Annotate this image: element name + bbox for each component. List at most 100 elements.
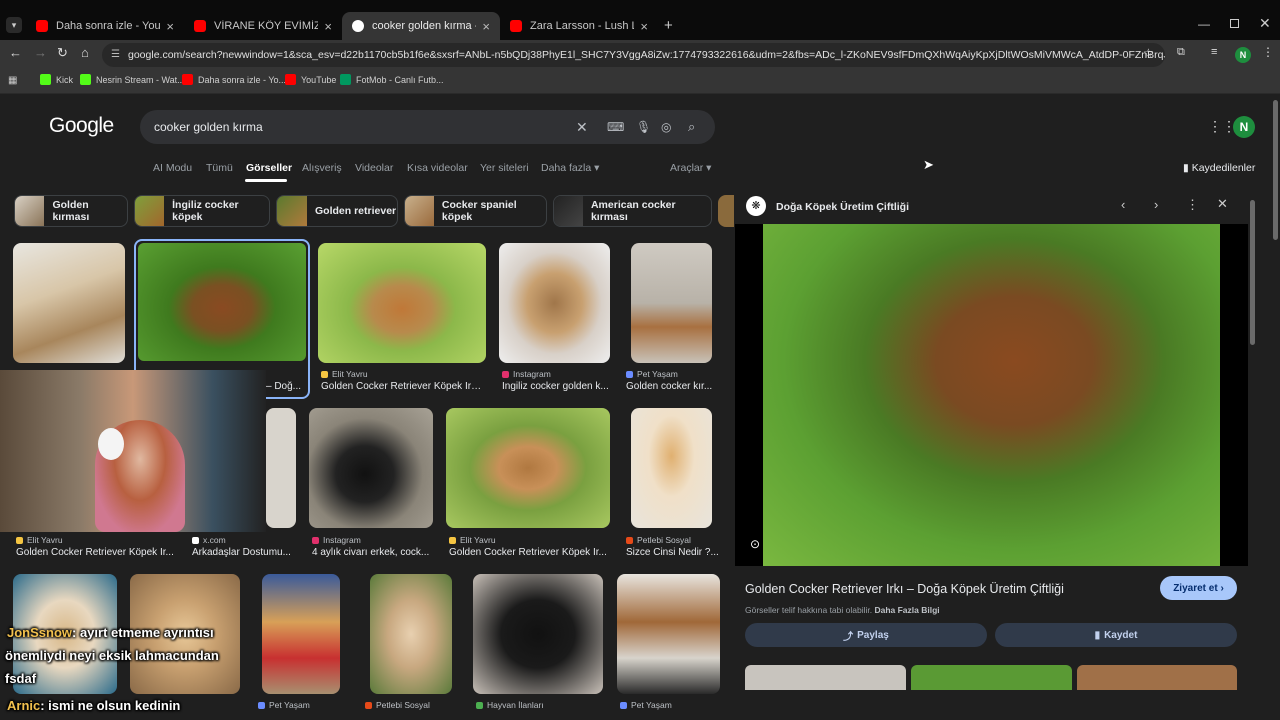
tab-youtube-music[interactable]: Zara Larsson - Lush Life (Offici × (500, 12, 658, 40)
result-source[interactable]: Pet Yaşam (620, 700, 672, 710)
close-tab-icon[interactable]: × (324, 19, 332, 34)
bookmark-star-icon[interactable]: ☆ (1143, 46, 1154, 60)
voice-search-icon[interactable]: 🎙 (636, 110, 651, 144)
result-source[interactable]: Elit Yavru (321, 369, 368, 379)
extensions-icon[interactable]: ⧉ (1177, 46, 1185, 59)
close-tab-icon[interactable]: × (640, 19, 648, 34)
result-caption[interactable]: Golden Cocker Retriever Köpek Irkı... (321, 381, 485, 392)
result-caption[interactable]: Arkadaşlar Dostumu... (192, 547, 296, 558)
result-image[interactable] (318, 243, 486, 363)
result-caption[interactable]: Sizce Cinsi Nedir ?... (626, 547, 721, 558)
keyboard-icon[interactable]: ⌨ (607, 110, 624, 144)
chip-ingiliz-cocker[interactable]: İngiliz cocker köpek (134, 195, 270, 227)
profile-avatar[interactable]: N (1235, 47, 1251, 63)
tools-button[interactable]: Araçlar ▾ (670, 162, 711, 174)
tab-ai-mode[interactable]: AI Modu (153, 162, 192, 174)
result-image[interactable] (631, 243, 712, 363)
bookmark-kick[interactable]: Kick (40, 74, 73, 85)
result-image[interactable] (13, 243, 125, 363)
result-source[interactable]: Instagram (312, 535, 361, 545)
minimize-icon[interactable]: — (1198, 17, 1210, 31)
new-tab-icon[interactable]: + (664, 17, 673, 34)
clear-search-icon[interactable]: ✕ (576, 110, 588, 144)
media-controls-icon[interactable]: ≡ (1211, 46, 1217, 58)
related-image[interactable] (1077, 665, 1237, 690)
related-image[interactable] (745, 665, 906, 690)
back-icon[interactable]: ← (9, 45, 22, 60)
save-button[interactable]: ▮ Kaydet (995, 623, 1237, 647)
search-input[interactable]: cooker golden kırma ✕ ⌨ 🎙 ◎ ⌕ (140, 110, 715, 144)
result-image[interactable] (473, 574, 603, 694)
tab-google-search[interactable]: cooker golden kırma - Google × (342, 12, 500, 40)
result-image[interactable] (266, 408, 296, 528)
tab-images[interactable]: Görseller (246, 162, 292, 174)
close-tab-icon[interactable]: × (166, 19, 174, 34)
result-image[interactable] (631, 408, 712, 528)
tab-videos[interactable]: Videolar (355, 162, 393, 174)
more-options-icon[interactable]: ⋮ (1186, 197, 1199, 213)
tab-all[interactable]: Tümü (206, 162, 233, 174)
related-image[interactable] (911, 665, 1072, 690)
bookmark-fotmob[interactable]: FotMob - Canlı Futb... (340, 74, 444, 85)
google-logo[interactable]: Google (49, 114, 114, 138)
reload-icon[interactable]: ↻ (57, 45, 68, 61)
chip-cocker-spaniel[interactable]: Cocker spaniel köpek (404, 195, 547, 227)
browser-menu-icon[interactable]: ⋮ (1262, 45, 1274, 59)
result-source[interactable]: Petlebi Sosyal (365, 700, 430, 710)
result-image[interactable] (370, 574, 452, 694)
address-bar[interactable]: ☰ google.com/search?newwindow=1&sca_esv=… (102, 43, 1165, 67)
tab-youtube-video[interactable]: VİRANE KÖY EVİMİZDE SIRADIŞ × (184, 12, 342, 40)
bookmark-nesrin-stream[interactable]: Nesrin Stream - Wat... (80, 74, 185, 85)
home-icon[interactable]: ⌂ (81, 45, 89, 60)
chip-golden-kirmasi[interactable]: Golden kırması (14, 195, 128, 227)
result-caption[interactable]: İngiliz cocker golden k... (502, 381, 610, 392)
bookmark-youtube[interactable]: YouTube (285, 74, 336, 85)
result-image[interactable] (262, 574, 340, 694)
close-panel-icon[interactable]: ✕ (1217, 196, 1228, 212)
search-icon[interactable]: ⌕ (688, 110, 695, 144)
result-caption[interactable]: Golden Cocker Retriever Köpek Ir... (449, 547, 609, 558)
google-apps-icon[interactable]: ⋮⋮ (1208, 118, 1236, 135)
chip-golden-retriever[interactable]: Golden retriever (276, 195, 398, 227)
site-info-icon[interactable]: ☰ (111, 43, 120, 67)
page-scrollbar[interactable] (1273, 100, 1278, 240)
restore-icon[interactable] (1230, 19, 1239, 28)
tab-more[interactable]: Daha fazla ▾ (541, 162, 599, 174)
forward-icon[interactable]: → (34, 45, 47, 60)
result-source[interactable]: x.com (192, 535, 226, 545)
tab-search-icon[interactable]: ▾ (6, 17, 22, 33)
visit-button[interactable]: Ziyaret et › (1160, 576, 1237, 600)
account-avatar[interactable]: N (1233, 116, 1255, 138)
result-caption[interactable]: Golden Cocker Retriever Köpek Ir... (16, 547, 176, 558)
share-button[interactable]: ⤴ Paylaş (745, 623, 987, 647)
close-tab-icon[interactable]: × (482, 19, 490, 34)
tab-short-videos[interactable]: Kısa videolar (407, 162, 468, 174)
result-caption[interactable]: – Doğ... (266, 381, 306, 392)
result-source[interactable]: Elit Yavru (449, 535, 496, 545)
lens-search-icon[interactable]: ⊙ (750, 537, 760, 551)
result-source[interactable]: Hayvan İlanları (476, 700, 544, 710)
apps-grid-icon[interactable]: ▦ (8, 75, 17, 86)
result-caption[interactable]: 4 aylık civarı erkek, cock... (312, 547, 436, 558)
result-caption[interactable]: Golden cocker kır... (626, 381, 716, 392)
panel-site-name[interactable]: Doğa Köpek Üretim Çiftliği (776, 201, 909, 213)
tab-youtube-watch-later[interactable]: Daha sonra izle - YouTube × (26, 12, 184, 40)
chip-american-cocker[interactable]: American cocker kırması (553, 195, 712, 227)
result-image[interactable] (309, 408, 433, 528)
result-image[interactable] (617, 574, 720, 694)
result-source[interactable]: Elit Yavru (16, 535, 63, 545)
close-window-icon[interactable]: ✕ (1259, 15, 1271, 32)
chip-overflow[interactable] (718, 195, 734, 227)
tab-local[interactable]: Yer siteleri (480, 162, 529, 174)
result-source[interactable]: Pet Yaşam (626, 369, 678, 379)
previous-icon[interactable]: ‹ (1121, 197, 1125, 212)
result-source[interactable]: Petlebi Sosyal (626, 535, 691, 545)
result-source[interactable]: Pet Yaşam (258, 700, 310, 710)
lens-icon[interactable]: ◎ (661, 110, 671, 144)
saved-button[interactable]: ▮ Kaydedilenler (1183, 162, 1255, 174)
more-info-link[interactable]: Daha Fazla Bilgi (874, 605, 939, 615)
result-image[interactable] (499, 243, 610, 363)
result-source[interactable]: Instagram (502, 369, 551, 379)
panel-title[interactable]: Golden Cocker Retriever Irkı – Doğa Köpe… (745, 582, 1064, 596)
panel-scrollbar[interactable] (1250, 200, 1255, 345)
